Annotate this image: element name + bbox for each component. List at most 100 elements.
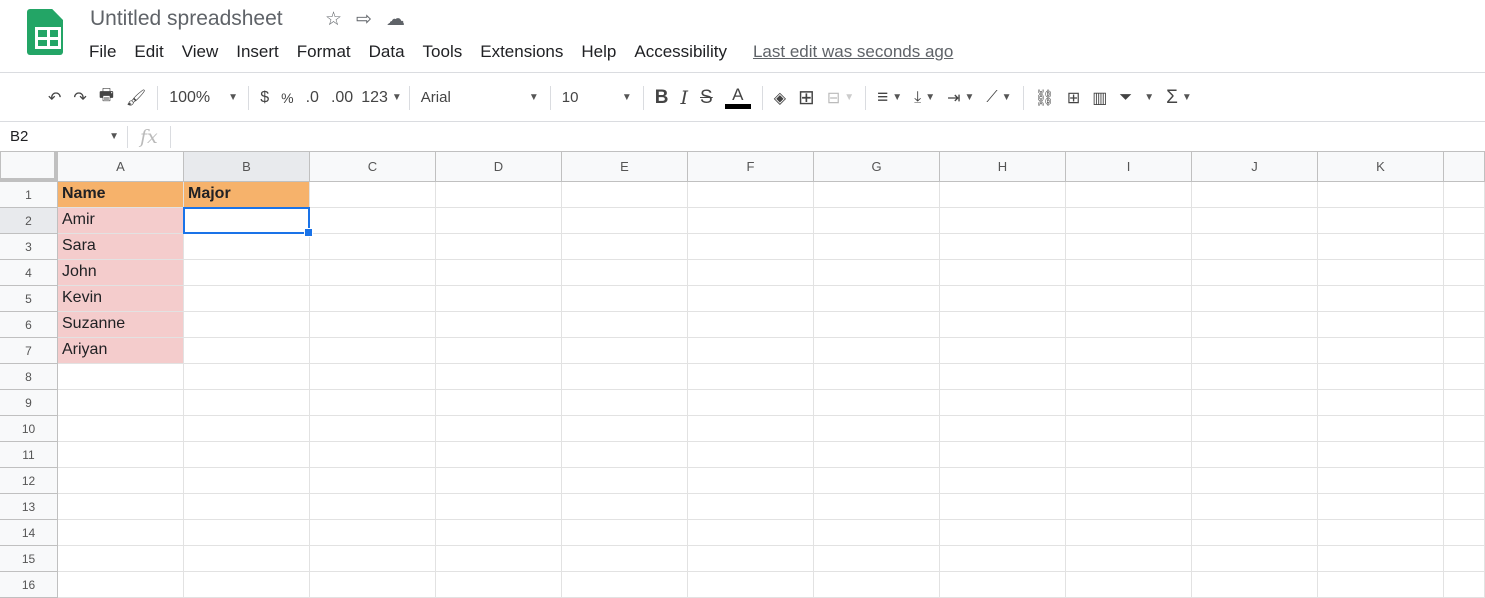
font-size-select[interactable]: 10 ▼ (556, 89, 638, 106)
decrease-decimal-button[interactable]: .0 (300, 89, 325, 107)
text-color-button[interactable]: A (719, 86, 757, 109)
cell-K13[interactable] (1318, 494, 1444, 520)
insert-chart-icon[interactable]: ▥ (1086, 88, 1113, 108)
print-icon[interactable]: 🖶 (93, 84, 120, 111)
cell-F9[interactable] (688, 390, 814, 416)
cell-B14[interactable] (184, 520, 310, 546)
cell-L15[interactable] (1444, 546, 1485, 572)
column-header-b[interactable]: B (184, 151, 310, 182)
cell-I9[interactable] (1066, 390, 1192, 416)
cell-L6[interactable] (1444, 312, 1485, 338)
cell-E16[interactable] (562, 572, 688, 598)
cell-D1[interactable] (436, 182, 562, 208)
cell-A7[interactable]: Ariyan (58, 338, 184, 364)
menu-format[interactable]: Format (297, 42, 351, 62)
cell-L4[interactable] (1444, 260, 1485, 286)
cell-A1[interactable]: Name (58, 182, 184, 208)
row-header-4[interactable]: 4 (0, 260, 58, 286)
cell-I7[interactable] (1066, 338, 1192, 364)
cell-B16[interactable] (184, 572, 310, 598)
row-header-11[interactable]: 11 (0, 442, 58, 468)
menu-edit[interactable]: Edit (134, 42, 163, 62)
cell-C11[interactable] (310, 442, 436, 468)
vertical-align-icon[interactable]: ⤓ ▼ (908, 89, 941, 107)
row-header-1[interactable]: 1 (0, 182, 58, 208)
cell-F14[interactable] (688, 520, 814, 546)
cell-C2[interactable] (310, 208, 436, 234)
cell-E12[interactable] (562, 468, 688, 494)
row-header-7[interactable]: 7 (0, 338, 58, 364)
cell-D13[interactable] (436, 494, 562, 520)
cell-H3[interactable] (940, 234, 1066, 260)
menu-insert[interactable]: Insert (236, 42, 279, 62)
cell-G10[interactable] (814, 416, 940, 442)
column-header-c[interactable]: C (310, 151, 436, 182)
cell-D7[interactable] (436, 338, 562, 364)
menu-accessibility[interactable]: Accessibility (634, 42, 727, 62)
column-header-a[interactable]: A (58, 151, 184, 182)
cell-H6[interactable] (940, 312, 1066, 338)
menu-view[interactable]: View (182, 42, 219, 62)
cell-I10[interactable] (1066, 416, 1192, 442)
cell-J7[interactable] (1192, 338, 1318, 364)
cell-F13[interactable] (688, 494, 814, 520)
row-header-8[interactable]: 8 (0, 364, 58, 390)
cloud-saved-icon[interactable]: ☁ (386, 8, 405, 31)
insert-comment-icon[interactable]: ⊞ (1061, 88, 1086, 108)
cell-C12[interactable] (310, 468, 436, 494)
cell-G7[interactable] (814, 338, 940, 364)
column-header-h[interactable]: H (940, 151, 1066, 182)
row-header-13[interactable]: 13 (0, 494, 58, 520)
cell-K1[interactable] (1318, 182, 1444, 208)
cell-E1[interactable] (562, 182, 688, 208)
column-header-d[interactable]: D (436, 151, 562, 182)
zoom-select[interactable]: 100% ▼ (163, 89, 243, 107)
cell-K12[interactable] (1318, 468, 1444, 494)
cell-I5[interactable] (1066, 286, 1192, 312)
bold-button[interactable]: B (649, 87, 675, 109)
cell-L8[interactable] (1444, 364, 1485, 390)
cell-C6[interactable] (310, 312, 436, 338)
cell-A5[interactable]: Kevin (58, 286, 184, 312)
cell-A9[interactable] (58, 390, 184, 416)
formula-input[interactable] (171, 126, 1485, 148)
cell-H1[interactable] (940, 182, 1066, 208)
cell-K14[interactable] (1318, 520, 1444, 546)
horizontal-align-icon[interactable]: ≡ ▼ (871, 87, 908, 109)
cell-L5[interactable] (1444, 286, 1485, 312)
move-to-folder-icon[interactable]: ⇨ (356, 8, 372, 31)
cell-K15[interactable] (1318, 546, 1444, 572)
increase-decimal-button[interactable]: .00 (325, 89, 359, 107)
cell-A3[interactable]: Sara (58, 234, 184, 260)
more-formats-button[interactable]: 123 ▼ (359, 89, 404, 107)
cell-J6[interactable] (1192, 312, 1318, 338)
menu-file[interactable]: File (89, 42, 116, 62)
cell-C16[interactable] (310, 572, 436, 598)
cell-K6[interactable] (1318, 312, 1444, 338)
cell-D5[interactable] (436, 286, 562, 312)
cell-H16[interactable] (940, 572, 1066, 598)
cell-B11[interactable] (184, 442, 310, 468)
text-rotation-icon[interactable]: ⟋ ▼ (980, 89, 1017, 107)
cell-E3[interactable] (562, 234, 688, 260)
cell-G2[interactable] (814, 208, 940, 234)
cell-D3[interactable] (436, 234, 562, 260)
cell-J12[interactable] (1192, 468, 1318, 494)
cell-H15[interactable] (940, 546, 1066, 572)
cell-G14[interactable] (814, 520, 940, 546)
column-header-f[interactable]: F (688, 151, 814, 182)
cell-B15[interactable] (184, 546, 310, 572)
cell-H7[interactable] (940, 338, 1066, 364)
percent-button[interactable]: % (275, 90, 299, 106)
cell-I2[interactable] (1066, 208, 1192, 234)
cell-I16[interactable] (1066, 572, 1192, 598)
cell-H10[interactable] (940, 416, 1066, 442)
cell-B8[interactable] (184, 364, 310, 390)
cell-B10[interactable] (184, 416, 310, 442)
cell-E14[interactable] (562, 520, 688, 546)
cell-J5[interactable] (1192, 286, 1318, 312)
column-header-e[interactable]: E (562, 151, 688, 182)
cell-F5[interactable] (688, 286, 814, 312)
cell-F1[interactable] (688, 182, 814, 208)
undo-icon[interactable]: ↶ (42, 88, 67, 108)
